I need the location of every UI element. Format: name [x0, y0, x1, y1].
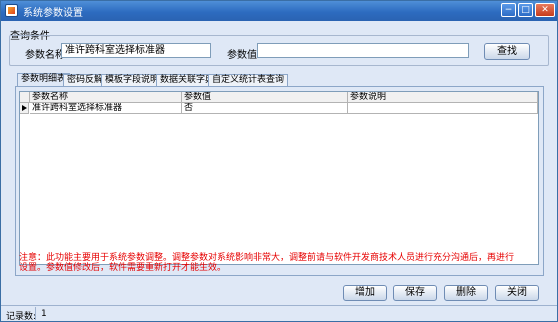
param-name-input[interactable]: 准许跨科室选择标准器: [61, 43, 211, 58]
grid-corner: [20, 92, 30, 103]
table-cell-desc[interactable]: [348, 103, 538, 114]
table-cell-name[interactable]: 准许跨科室选择标准器: [30, 103, 182, 114]
param-value-label: 参数值: [227, 50, 257, 61]
close-button[interactable]: 关闭: [495, 285, 539, 301]
tab-panel: 参数名称 参数值 参数说明 准许跨科室选择标准器 否: [15, 86, 544, 276]
col-header-value[interactable]: 参数值: [182, 92, 348, 103]
param-name-label: 参数名称: [25, 50, 65, 61]
close-icon[interactable]: ✕: [535, 3, 555, 17]
app-icon: [5, 4, 18, 17]
table-cell-value[interactable]: 否: [182, 103, 348, 114]
settings-window: 系统参数设置 − □ ✕ 查询条件 参数名称 准许跨科室选择标准器 参数值 查找…: [0, 0, 558, 322]
tab-custom-stats[interactable]: 自定义统计表查询: [208, 74, 289, 86]
delete-button[interactable]: 删除: [444, 285, 488, 301]
add-button[interactable]: 增加: [343, 285, 387, 301]
col-header-desc[interactable]: 参数说明: [348, 92, 538, 103]
search-button[interactable]: 查找: [484, 43, 530, 60]
col-header-name[interactable]: 参数名称: [30, 92, 182, 103]
minimize-icon[interactable]: −: [501, 3, 516, 17]
save-button[interactable]: 保存: [393, 285, 437, 301]
record-count-value: 1: [41, 309, 47, 319]
record-count-label: 记录数:: [6, 312, 37, 322]
param-value-input[interactable]: [257, 43, 469, 58]
warning-note: 注意：此功能主要用于系统参数调整。调整参数对系统影响非常大，调整前请与软件开发商…: [19, 253, 515, 273]
status-bar: 记录数: 1: [1, 305, 557, 322]
param-grid[interactable]: 参数名称 参数值 参数说明 准许跨科室选择标准器 否: [19, 91, 539, 265]
row-pointer-icon: [20, 103, 29, 114]
maximize-icon[interactable]: □: [518, 3, 533, 17]
title-bar[interactable]: 系统参数设置 − □ ✕: [1, 1, 557, 21]
status-divider: [35, 307, 36, 320]
window-title: 系统参数设置: [23, 8, 83, 19]
tab-template-fields[interactable]: 模板字段说明: [101, 74, 164, 86]
